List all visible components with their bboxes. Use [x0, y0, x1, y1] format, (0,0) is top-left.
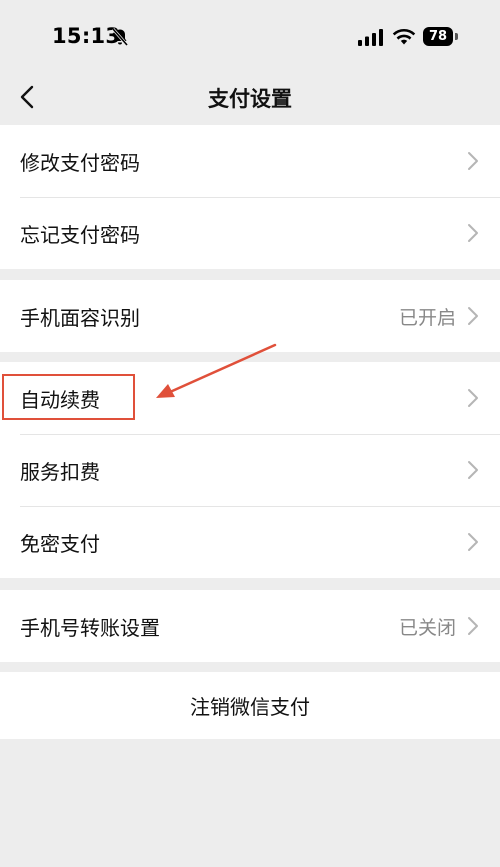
row-label: 免密支付	[20, 531, 100, 556]
row-label: 手机面容识别	[20, 305, 140, 330]
row-phone-transfer-settings[interactable]: 手机号转账设置 已关闭	[0, 590, 500, 662]
nav-bar: 支付设置	[0, 70, 500, 125]
settings-group-password: 修改支付密码 忘记支付密码	[0, 125, 500, 269]
row-status: 已关闭	[398, 616, 456, 639]
battery-icon: 78	[423, 27, 453, 46]
row-password-free-payment[interactable]: 免密支付	[0, 506, 500, 578]
row-forgot-password[interactable]: 忘记支付密码	[0, 197, 500, 269]
page-title: 支付设置	[208, 87, 292, 111]
row-face-recognition[interactable]: 手机面容识别 已开启	[0, 280, 500, 352]
deregister-wechat-pay-button[interactable]: 注销微信支付	[0, 672, 500, 739]
row-status: 已开启	[398, 306, 456, 329]
row-label: 服务扣费	[20, 459, 100, 484]
chevron-right-icon	[468, 617, 478, 635]
chevron-right-icon	[468, 224, 478, 242]
signal-icon	[358, 29, 383, 46]
highlight-box	[2, 374, 135, 420]
logout-group: 注销微信支付	[0, 672, 500, 739]
bell-muted-icon	[111, 28, 129, 46]
chevron-right-icon	[468, 533, 478, 551]
chevron-right-icon	[468, 152, 478, 170]
chevron-right-icon	[468, 461, 478, 479]
row-service-deduction[interactable]: 服务扣费	[0, 434, 500, 506]
row-label: 修改支付密码	[20, 150, 140, 175]
row-label: 忘记支付密码	[20, 222, 140, 247]
settings-group-face-id: 手机面容识别 已开启	[0, 280, 500, 352]
row-label: 手机号转账设置	[20, 615, 160, 640]
row-change-password[interactable]: 修改支付密码	[0, 125, 500, 197]
chevron-right-icon	[468, 389, 478, 407]
battery-cap	[455, 33, 458, 40]
wifi-icon	[392, 29, 416, 45]
settings-group-phone-transfer: 手机号转账设置 已关闭	[0, 590, 500, 662]
status-bar: 15:13 78	[0, 0, 500, 70]
chevron-right-icon	[468, 307, 478, 325]
